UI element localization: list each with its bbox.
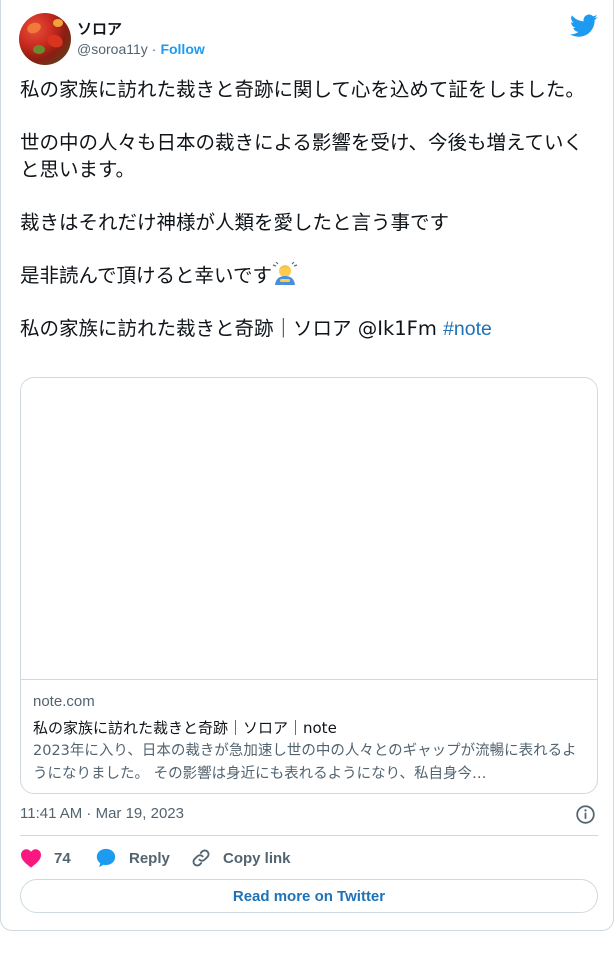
avatar[interactable]	[19, 13, 71, 65]
tweet-text: 私の家族に訪れた裁きと奇跡に関して心を込めて証をしました。 世の中の人々も日本の…	[20, 76, 600, 343]
link-icon	[192, 849, 210, 867]
like-button[interactable]: 74	[20, 846, 71, 870]
tweet-paragraph: 是非読んで頂けると幸いです	[20, 264, 272, 287]
embedded-tweet: ソロア @soroa11y · Follow 私の家族に訪れた裁きと奇跡に関して心を…	[0, 0, 614, 931]
card-title: 私の家族に訪れた裁きと奇跡｜ソロア｜note	[33, 719, 337, 737]
reply-bubble-icon	[96, 848, 116, 868]
divider	[20, 835, 598, 836]
man-bowing-emoji	[272, 261, 298, 286]
twitter-bird-icon[interactable]	[570, 14, 598, 38]
tweet-paragraph: 裁きはそれだけ神様が人類を愛したと言う事です	[20, 211, 450, 234]
card-domain: note.com	[33, 693, 95, 710]
tweet-link-line: 私の家族に訪れた裁きと奇跡｜ソロア @Ik1Fm #note	[20, 315, 600, 343]
tweet-paragraph: 私の家族に訪れた裁きと奇跡に関して心を込めて証をしました。	[20, 78, 585, 101]
tweet-paragraph: 世の中の人々も日本の裁きによる影響を受け、今後も増えていくと思います。	[20, 131, 583, 181]
copy-link-label: Copy link	[223, 849, 291, 867]
link-preview-card[interactable]: note.com 私の家族に訪れた裁きと奇跡｜ソロア｜note 2023年に入り…	[20, 377, 598, 794]
follow-link[interactable]: Follow	[160, 41, 204, 57]
reply-button[interactable]: Reply	[95, 846, 170, 870]
card-image[interactable]	[21, 378, 597, 680]
tweet-timestamp[interactable]: 11:41 AM · Mar 19, 2023	[20, 805, 184, 822]
info-icon[interactable]	[575, 804, 596, 825]
copy-link-button[interactable]: Copy link	[191, 846, 291, 870]
display-name[interactable]: ソロア	[77, 18, 122, 39]
like-count: 74	[54, 849, 71, 867]
separator-dot: ·	[151, 41, 157, 57]
reply-label: Reply	[129, 849, 170, 867]
tweet-link-text[interactable]: 私の家族に訪れた裁きと奇跡｜ソロア @Ik1Fm	[20, 317, 437, 340]
read-more-button[interactable]: Read more on Twitter	[20, 879, 598, 913]
heart-icon	[21, 849, 41, 868]
user-handle[interactable]: @soroa11y	[77, 41, 148, 57]
hashtag-link[interactable]: #note	[443, 318, 492, 340]
tweet-paragraph-with-emoji: 是非読んで頂けると幸いです	[20, 261, 600, 289]
handle-row: @soroa11y · Follow	[77, 41, 205, 57]
card-description: 2023年に入り、日本の裁きが急加速し世の中の人々とのギャップが流暢に表れるよう…	[33, 743, 577, 782]
